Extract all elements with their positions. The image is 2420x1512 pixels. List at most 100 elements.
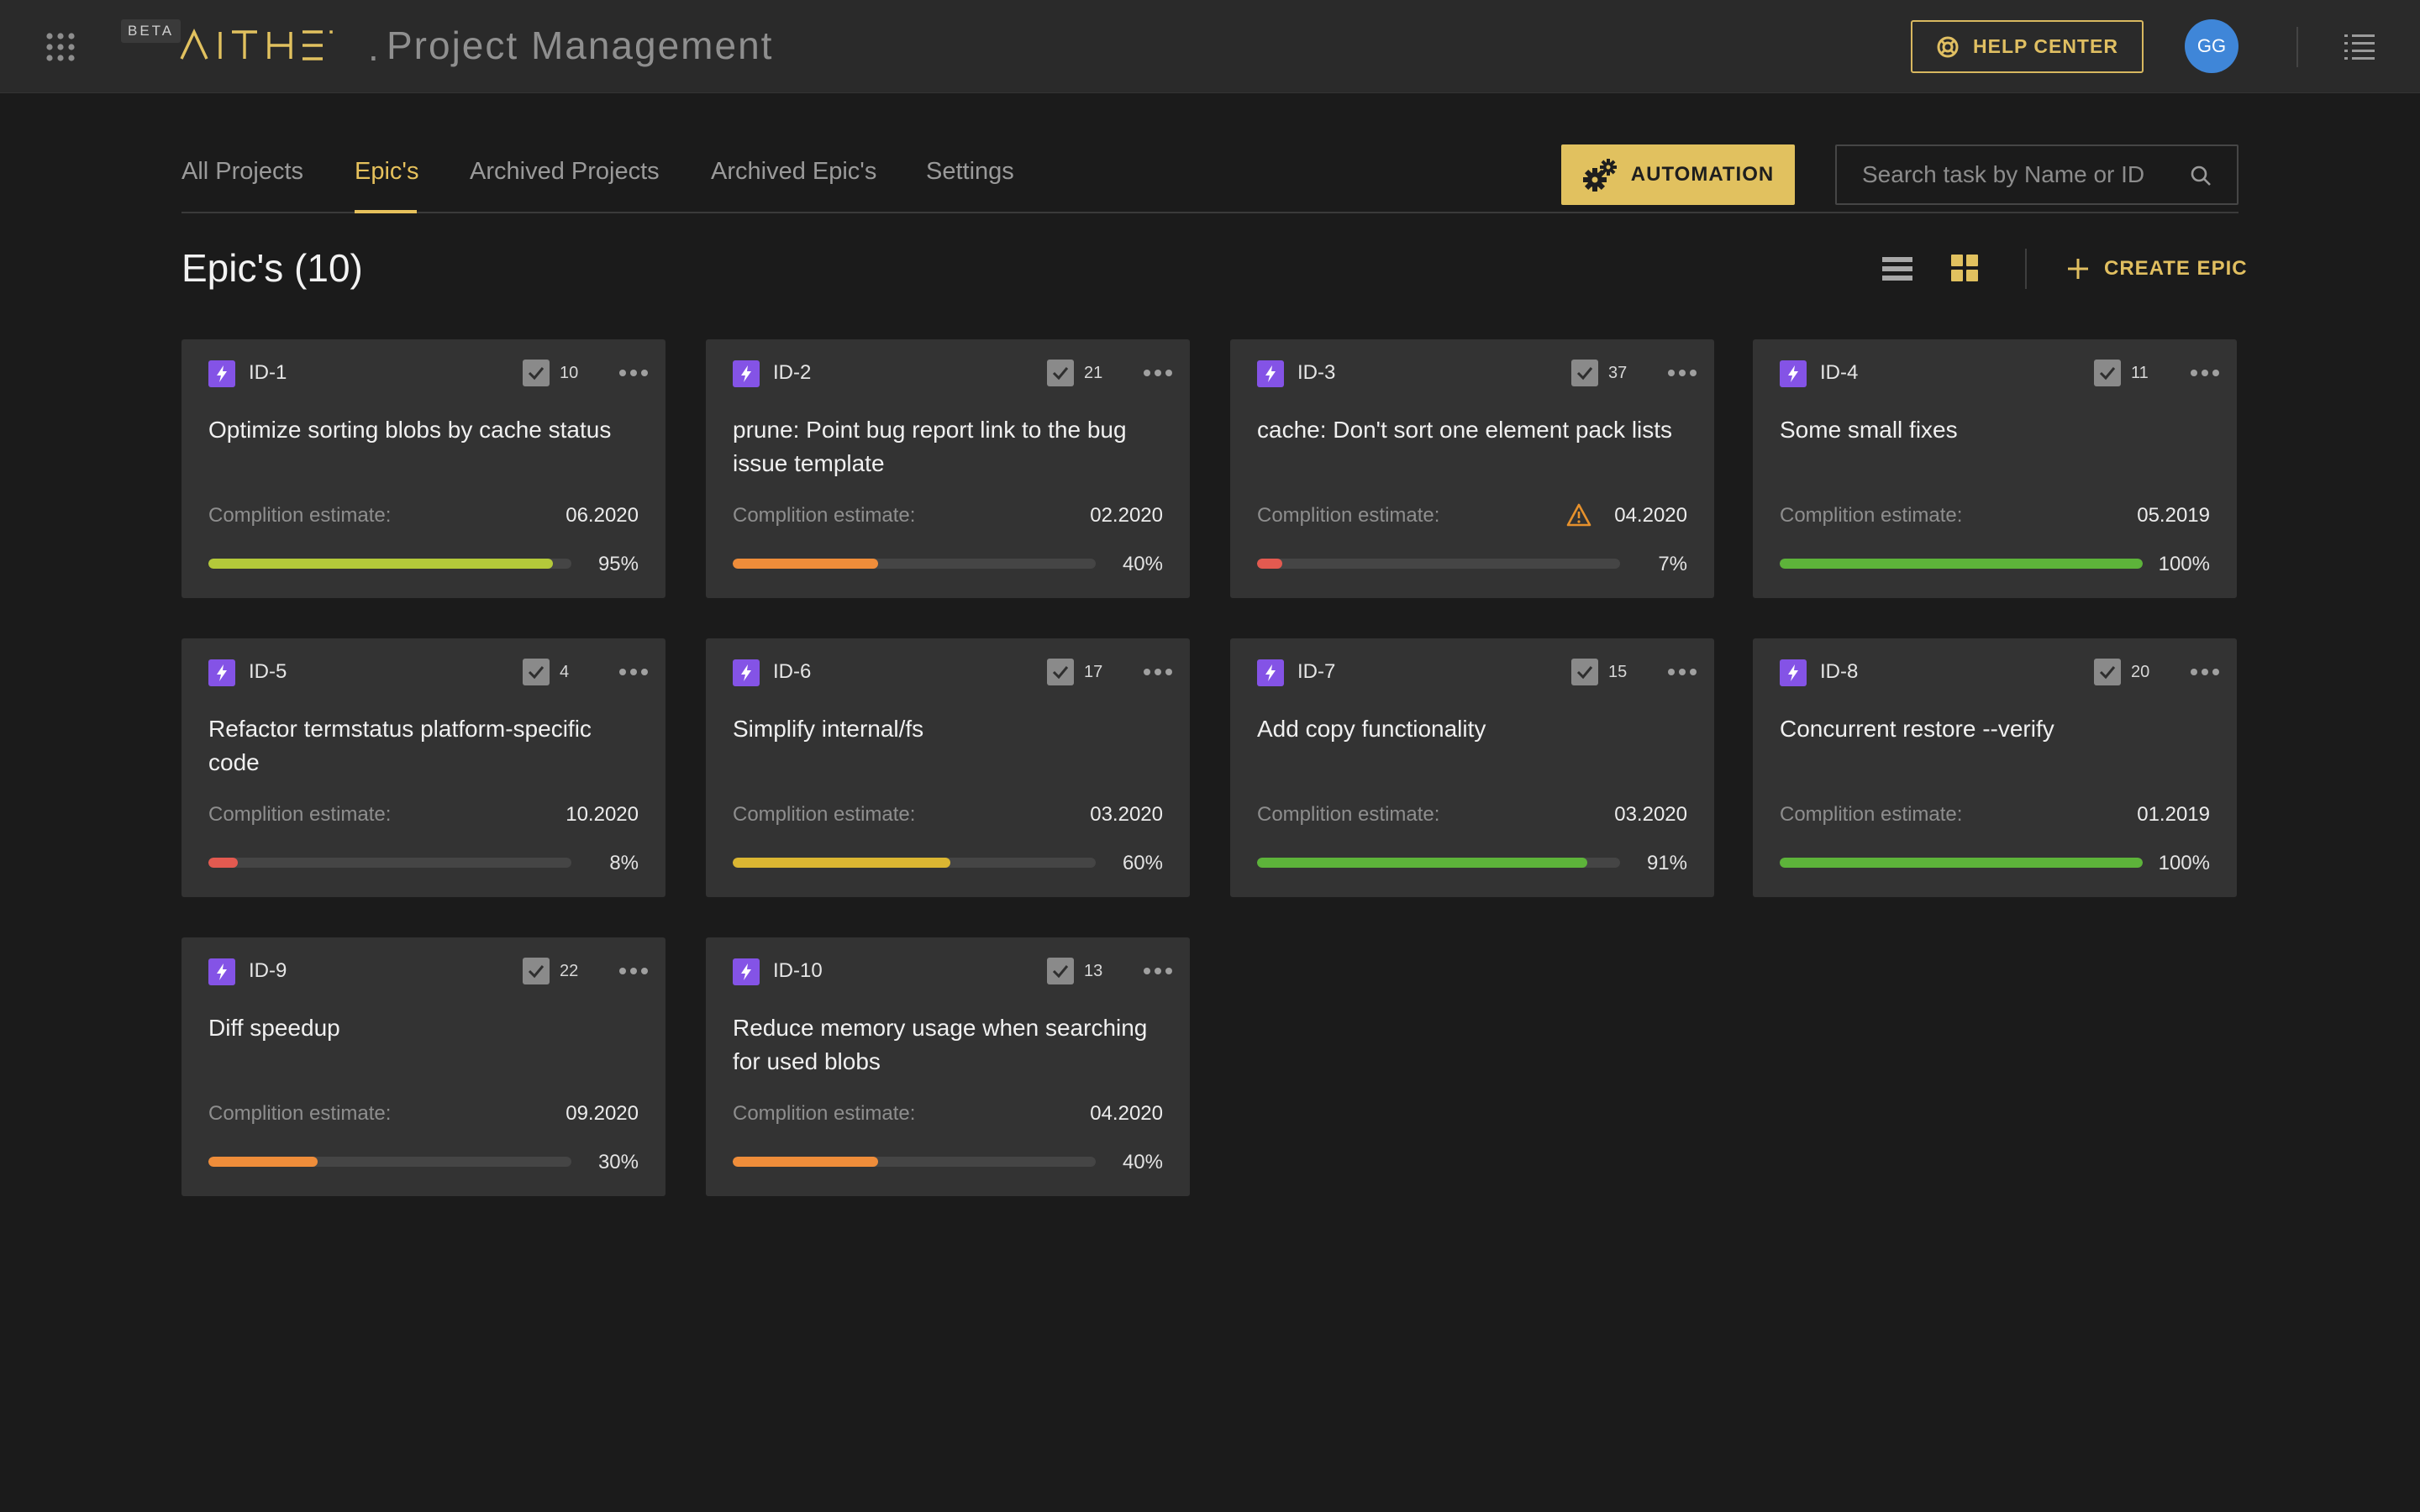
tab-epics[interactable]: Epic's [355, 158, 418, 186]
list-view-icon[interactable] [1882, 255, 1912, 282]
active-tab-indicator [355, 210, 417, 213]
epic-lightning-icon [208, 360, 235, 387]
estimate-date: 09.2020 [566, 1102, 639, 1125]
progress-percent: 40% [1122, 553, 1163, 575]
create-epic-button[interactable]: CREATE EPIC [2067, 252, 2248, 286]
tab-archived-epics[interactable]: Archived Epic's [711, 158, 876, 186]
estimate-date: 01.2019 [2137, 803, 2210, 826]
epic-id: ID-10 [773, 959, 823, 982]
task-checkbox-icon [523, 360, 550, 386]
epic-lightning-icon [733, 958, 760, 985]
aitheon-logo[interactable] [180, 25, 365, 67]
epic-lightning-icon [1257, 360, 1284, 387]
tab-all-projects[interactable]: All Projects [182, 158, 303, 186]
task-count: 17 [1084, 663, 1103, 681]
progress-bar [208, 858, 571, 868]
more-options-icon[interactable] [618, 365, 649, 381]
hamburger-list-icon[interactable] [2344, 32, 2375, 60]
epic-card[interactable]: ID-7 15 Add copy functionality Complitio… [1230, 638, 1714, 897]
epic-id: ID-7 [1297, 660, 1336, 683]
plus-icon [2068, 259, 2088, 279]
epic-card[interactable]: ID-3 37 cache: Don't sort one element pa… [1230, 339, 1714, 598]
progress-percent: 95% [597, 553, 639, 575]
estimate-label: Complition estimate: [733, 1102, 916, 1125]
apps-grid-icon[interactable] [45, 32, 76, 62]
automation-button[interactable]: AUTOMATION [1561, 144, 1795, 205]
epic-title: Some small fixes [1780, 417, 1958, 443]
estimate-label: Complition estimate: [1780, 803, 1963, 826]
more-options-icon[interactable] [1143, 963, 1173, 979]
search-input[interactable] [1837, 146, 2173, 203]
search-icon[interactable] [2190, 165, 2212, 186]
beta-badge: BETA [121, 19, 182, 43]
search-box [1835, 144, 2238, 205]
epic-id: ID-5 [249, 660, 287, 683]
estimate-label: Complition estimate: [733, 803, 916, 826]
more-options-icon[interactable] [618, 664, 649, 680]
top-bar: BETA . Project Management HELP CENTER GG [0, 0, 2420, 93]
estimate-label: Complition estimate: [1257, 504, 1440, 527]
toolbar-divider [2025, 249, 2027, 289]
more-options-icon[interactable] [2190, 365, 2220, 381]
progress-bar [1257, 559, 1620, 569]
epic-id: ID-3 [1297, 361, 1336, 384]
task-count: 20 [2131, 663, 2150, 681]
progress-bar [733, 858, 1096, 868]
progress-percent: 100% [2158, 553, 2210, 575]
more-options-icon[interactable] [618, 963, 649, 979]
lifebuoy-icon [1937, 36, 1959, 57]
progress-fill [1257, 858, 1588, 868]
progress-percent: 8% [609, 852, 639, 874]
task-count: 13 [1084, 962, 1103, 980]
progress-percent: 40% [1122, 1151, 1163, 1173]
epic-lightning-icon [733, 659, 760, 686]
estimate-date: 03.2020 [1614, 803, 1687, 826]
epic-title: cache: Don't sort one element pack lists [1257, 417, 1673, 443]
more-options-icon[interactable] [1143, 664, 1173, 680]
gears-icon [1582, 159, 1617, 192]
more-options-icon[interactable] [1667, 365, 1697, 381]
epic-title: Diff speedup [208, 1015, 340, 1041]
more-options-icon[interactable] [1667, 664, 1697, 680]
more-options-icon[interactable] [2190, 664, 2220, 680]
epic-title: prune: Point bug report link to the bug … [733, 417, 1127, 476]
help-center-button[interactable]: HELP CENTER [1911, 20, 2144, 73]
progress-fill [733, 858, 951, 868]
progress-bar [1257, 858, 1620, 868]
task-checkbox-icon [2094, 659, 2121, 685]
progress-fill [208, 559, 554, 569]
progress-percent: 30% [597, 1151, 639, 1173]
estimate-date: 06.2020 [566, 504, 639, 527]
task-checkbox-icon [1047, 659, 1074, 685]
epic-card[interactable]: ID-2 21 prune: Point bug report link to … [706, 339, 1190, 598]
more-options-icon[interactable] [1143, 365, 1173, 381]
epic-title: Add copy functionality [1257, 716, 1486, 742]
epic-card[interactable]: ID-5 4 Refactor termstatus platform-spec… [182, 638, 666, 897]
epic-card[interactable]: ID-1 10 Optimize sorting blobs by cache … [182, 339, 666, 598]
create-epic-label: CREATE EPIC [2104, 257, 2248, 280]
progress-fill [1780, 559, 2143, 569]
user-avatar[interactable]: GG [2185, 19, 2238, 73]
task-count: 22 [560, 962, 579, 980]
epic-lightning-icon [208, 958, 235, 985]
epic-card[interactable]: ID-8 20 Concurrent restore --verify Comp… [1753, 638, 2237, 897]
tab-settings[interactable]: Settings [926, 158, 1014, 186]
epic-title: Concurrent restore --verify [1780, 716, 2054, 742]
epic-card[interactable]: ID-10 13 Reduce memory usage when search… [706, 937, 1190, 1196]
task-count: 4 [560, 663, 570, 681]
task-count: 10 [560, 364, 579, 382]
epic-card[interactable]: ID-9 22 Diff speedup Complition estimate… [182, 937, 666, 1196]
progress-bar [733, 559, 1096, 569]
estimate-label: Complition estimate: [733, 504, 916, 527]
estimate-label: Complition estimate: [1257, 803, 1440, 826]
epic-card[interactable]: ID-6 17 Simplify internal/fs Complition … [706, 638, 1190, 897]
epic-card[interactable]: ID-4 11 Some small fixes Complition esti… [1753, 339, 2237, 598]
tab-archived-projects[interactable]: Archived Projects [470, 158, 660, 186]
grid-view-icon[interactable] [1951, 255, 1978, 281]
automation-label: AUTOMATION [1630, 163, 1775, 186]
epic-lightning-icon [1780, 659, 1807, 686]
epic-title: Optimize sorting blobs by cache status [208, 417, 612, 443]
epic-lightning-icon [1780, 360, 1807, 387]
task-count: 15 [1608, 663, 1628, 681]
estimate-date: 03.2020 [1090, 803, 1163, 826]
